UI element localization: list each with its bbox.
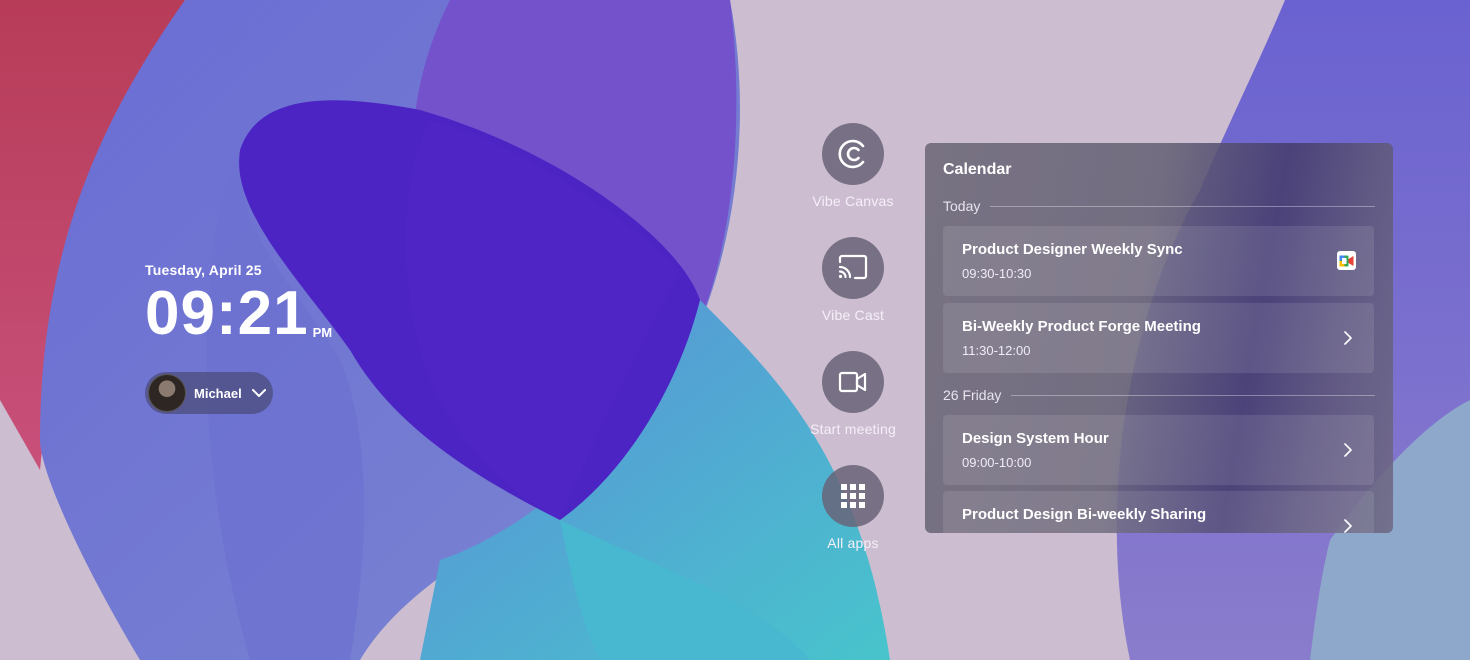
day-label: Today [943, 198, 981, 214]
clock-widget: Tuesday, April 25 09:21 PM [145, 262, 332, 346]
event-time: 09:00-10:00 [962, 455, 1032, 470]
calendar-event[interactable]: Design System Hour 09:00-10:00 [943, 415, 1374, 485]
time-display: 09:21 [145, 279, 309, 348]
event-time: 09:30-10:30 [962, 266, 1032, 281]
event-title: Bi-Weekly Product Forge Meeting [962, 318, 1201, 335]
day-header-friday: 26 Friday [943, 387, 1375, 403]
event-title: Design System Hour [962, 430, 1109, 447]
vibe-canvas-icon [822, 123, 884, 185]
event-title: Product Designer Weekly Sync [962, 241, 1183, 258]
chevron-down-icon [251, 388, 266, 397]
event-time: 11:30-12:00 [962, 343, 1031, 358]
divider [1011, 394, 1375, 396]
event-title: Product Design Bi-weekly Sharing [962, 506, 1207, 523]
start-meeting-label: Start meeting [810, 421, 896, 437]
calendar-panel: Calendar Today Product Designer Weekly S… [925, 143, 1393, 533]
divider [990, 205, 1375, 207]
user-name: Michael [194, 385, 242, 401]
grid-icon [822, 465, 884, 527]
start-meeting-button[interactable]: Start meeting [788, 351, 918, 437]
chevron-right-icon [1344, 519, 1352, 533]
vibe-canvas-label: Vibe Canvas [812, 193, 894, 209]
calendar-event[interactable]: Product Designer Weekly Sync 09:30-10:30 [943, 226, 1374, 296]
date-label: Tuesday, April 25 [145, 262, 262, 278]
chevron-right-icon [1344, 443, 1352, 457]
video-camera-icon [822, 351, 884, 413]
all-apps-label: All apps [827, 535, 879, 551]
vibe-canvas-button[interactable]: Vibe Canvas [788, 123, 918, 209]
all-apps-button[interactable]: All apps [788, 465, 918, 551]
day-header-today: Today [943, 198, 1375, 214]
calendar-event[interactable]: Product Design Bi-weekly Sharing [943, 491, 1374, 533]
vibe-cast-label: Vibe Cast [821, 307, 885, 323]
chevron-right-icon [1344, 331, 1352, 345]
avatar [148, 374, 186, 412]
vibe-cast-button[interactable]: Vibe Cast [788, 237, 918, 323]
user-switcher-button[interactable]: Michael [145, 372, 273, 414]
cast-icon [822, 237, 884, 299]
day-label: 26 Friday [943, 387, 1002, 403]
google-meet-icon[interactable] [1337, 251, 1356, 270]
time-row: 09:21 PM [145, 282, 332, 346]
calendar-event[interactable]: Bi-Weekly Product Forge Meeting 11:30-12… [943, 303, 1374, 373]
calendar-title: Calendar [943, 161, 1012, 178]
am-pm-label: PM [312, 325, 333, 340]
